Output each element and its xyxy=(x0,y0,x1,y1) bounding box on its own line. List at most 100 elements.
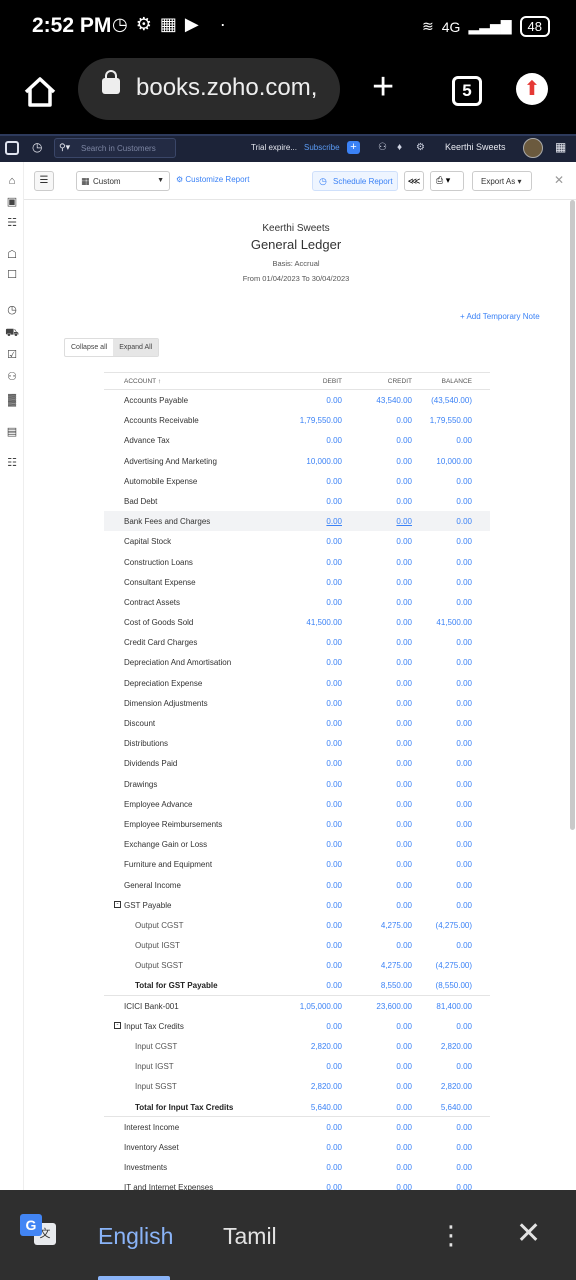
users-icon[interactable]: ⚇ xyxy=(378,142,387,153)
language-tamil-tab[interactable]: Tamil xyxy=(223,1223,277,1250)
debit-cell[interactable]: 0.00 xyxy=(326,719,342,728)
balance-cell[interactable]: 0.00 xyxy=(456,739,472,748)
language-english-tab[interactable]: English xyxy=(98,1223,173,1250)
debit-cell[interactable]: 1,79,550.00 xyxy=(300,416,342,425)
debit-cell[interactable]: 0.00 xyxy=(326,477,342,486)
credit-cell[interactable]: 0.00 xyxy=(396,457,412,466)
close-icon[interactable]: ✕ xyxy=(554,173,564,187)
balance-cell[interactable]: 0.00 xyxy=(456,638,472,647)
table-row[interactable]: Distributions 0.00 0.00 0.00 xyxy=(104,733,490,753)
balance-cell[interactable]: 2,820.00 xyxy=(441,1042,472,1051)
items-nav-icon[interactable]: ▣ xyxy=(5,195,19,209)
debit-cell[interactable]: 0.00 xyxy=(326,1062,342,1071)
accountant-nav-icon[interactable]: ⚇ xyxy=(5,370,19,384)
balance-cell[interactable]: 0.00 xyxy=(456,800,472,809)
debit-cell[interactable]: 0.00 xyxy=(326,840,342,849)
balance-cell[interactable]: 81,400.00 xyxy=(436,1002,472,1011)
table-row[interactable]: Furniture and Equipment 0.00 0.00 0.00 xyxy=(104,854,490,874)
table-row[interactable]: - Input Tax Credits 0.00 0.00 0.00 xyxy=(104,1016,490,1036)
debit-cell[interactable]: 0.00 xyxy=(326,679,342,688)
credit-cell[interactable]: 0.00 xyxy=(396,1062,412,1071)
table-row[interactable]: Input IGST 0.00 0.00 0.00 xyxy=(104,1056,490,1076)
table-row[interactable]: - GST Payable 0.00 0.00 0.00 xyxy=(104,895,490,915)
debit-cell[interactable]: 0.00 xyxy=(326,1163,342,1172)
share-icon[interactable]: ⋘ xyxy=(404,171,424,191)
debit-cell[interactable]: 0.00 xyxy=(326,578,342,587)
debit-cell[interactable]: 0.00 xyxy=(326,961,342,970)
collapse-toggle-icon[interactable]: - xyxy=(114,1021,121,1029)
credit-cell[interactable]: 0.00 xyxy=(396,436,412,445)
table-row[interactable]: Employee Reimbursements 0.00 0.00 0.00 xyxy=(104,814,490,834)
table-row[interactable]: Accounts Payable 0.00 43,540.00 (43,540.00) xyxy=(104,390,490,410)
balance-cell[interactable]: 5,640.00 xyxy=(441,1103,472,1112)
credit-cell[interactable]: 4,275.00 xyxy=(381,921,412,930)
credit-cell[interactable]: 0.00 xyxy=(396,1042,412,1051)
balance-cell[interactable]: 0.00 xyxy=(456,558,472,567)
credit-cell[interactable]: 0.00 xyxy=(396,1022,412,1031)
balance-cell[interactable]: 0.00 xyxy=(456,1143,472,1152)
debit-cell[interactable]: 0.00 xyxy=(326,739,342,748)
quick-create-button[interactable]: + xyxy=(347,141,360,154)
config-nav-icon[interactable]: ☷ xyxy=(5,456,19,470)
table-row[interactable]: Bank Fees and Charges 0.00 0.00 0.00 xyxy=(104,511,490,532)
debit-cell[interactable]: 0.00 xyxy=(326,1123,342,1132)
debit-cell[interactable]: 1,05,000.00 xyxy=(300,1002,342,1011)
debit-cell[interactable]: 0.00 xyxy=(326,860,342,869)
debit-cell[interactable]: 0.00 xyxy=(326,981,342,990)
debit-cell[interactable]: 0.00 xyxy=(326,780,342,789)
balance-cell[interactable]: (8,550.00) xyxy=(436,981,472,990)
add-temporary-note-link[interactable]: + Add Temporary Note xyxy=(460,312,540,321)
credit-cell[interactable]: 0.00 xyxy=(396,416,412,425)
credit-cell[interactable]: 0.00 xyxy=(396,800,412,809)
subscribe-link[interactable]: Subscribe xyxy=(304,143,340,152)
balance-cell[interactable]: 0.00 xyxy=(456,840,472,849)
collapse-toggle-icon[interactable]: - xyxy=(114,900,121,908)
credit-cell[interactable]: 0.00 xyxy=(396,739,412,748)
table-row[interactable]: Advance Tax 0.00 0.00 0.00 xyxy=(104,430,490,450)
balance-cell[interactable]: 0.00 xyxy=(456,1022,472,1031)
debit-cell[interactable]: 0.00 xyxy=(326,1143,342,1152)
balance-cell[interactable]: 10,000.00 xyxy=(436,457,472,466)
url-bar[interactable]: books.zoho.com, xyxy=(78,58,340,120)
balance-cell[interactable]: 0.00 xyxy=(456,658,472,667)
credit-cell[interactable]: 0.00 xyxy=(396,517,412,526)
tab-switcher-button[interactable]: 5 xyxy=(452,76,482,106)
table-row[interactable]: Construction Loans 0.00 0.00 0.00 xyxy=(104,552,490,572)
apps-grid-icon[interactable]: ▦ xyxy=(555,140,566,154)
credit-cell[interactable]: 0.00 xyxy=(396,941,412,950)
table-row[interactable]: Bad Debt 0.00 0.00 0.00 xyxy=(104,491,490,511)
reports-nav-icon[interactable]: ▓ xyxy=(5,393,19,407)
table-total-row[interactable]: Total for GST Payable 0.00 8,550.00 (8,550.… xyxy=(104,975,490,996)
credit-cell[interactable]: 0.00 xyxy=(396,780,412,789)
credit-cell[interactable]: 0.00 xyxy=(396,1143,412,1152)
balance-cell[interactable]: 0.00 xyxy=(456,941,472,950)
home-nav-icon[interactable]: ⌂ xyxy=(5,174,19,188)
credit-cell[interactable]: 0.00 xyxy=(396,759,412,768)
credit-cell[interactable]: 0.00 xyxy=(396,1103,412,1112)
books-logo-icon[interactable] xyxy=(5,141,19,155)
sales-nav-icon[interactable]: ☖ xyxy=(5,248,19,262)
balance-cell[interactable]: 0.00 xyxy=(456,901,472,910)
balance-cell[interactable]: 0.00 xyxy=(456,436,472,445)
table-row[interactable]: Input SGST 2,820.00 0.00 2,820.00 xyxy=(104,1076,490,1096)
search-input[interactable]: Search in Customers xyxy=(81,144,156,153)
balance-cell[interactable]: 0.00 xyxy=(456,1062,472,1071)
table-row[interactable]: Output SGST 0.00 4,275.00 (4,275.00) xyxy=(104,955,490,975)
debit-cell[interactable]: 0.00 xyxy=(326,921,342,930)
table-row[interactable]: Dimension Adjustments 0.00 0.00 0.00 xyxy=(104,693,490,713)
balance-cell[interactable]: 41,500.00 xyxy=(436,618,472,627)
debit-cell[interactable]: 0.00 xyxy=(326,820,342,829)
table-row[interactable]: Contract Assets 0.00 0.00 0.00 xyxy=(104,592,490,612)
collapse-all-button[interactable]: Collapse all xyxy=(65,339,113,356)
debit-cell[interactable]: 0.00 xyxy=(326,598,342,607)
balance-cell[interactable]: 1,79,550.00 xyxy=(430,416,472,425)
debit-cell[interactable]: 0.00 xyxy=(326,759,342,768)
search-box[interactable]: ⚲▾ Search in Customers xyxy=(54,138,176,158)
debit-cell[interactable]: 0.00 xyxy=(326,881,342,890)
debit-cell[interactable]: 0.00 xyxy=(326,396,342,405)
credit-cell[interactable]: 0.00 xyxy=(396,578,412,587)
balance-cell[interactable]: 0.00 xyxy=(456,1183,472,1190)
customize-report-link[interactable]: ⚙ Customize Report xyxy=(176,175,249,184)
debit-cell[interactable]: 0.00 xyxy=(326,941,342,950)
documents-nav-icon[interactable]: ▤ xyxy=(5,425,19,439)
